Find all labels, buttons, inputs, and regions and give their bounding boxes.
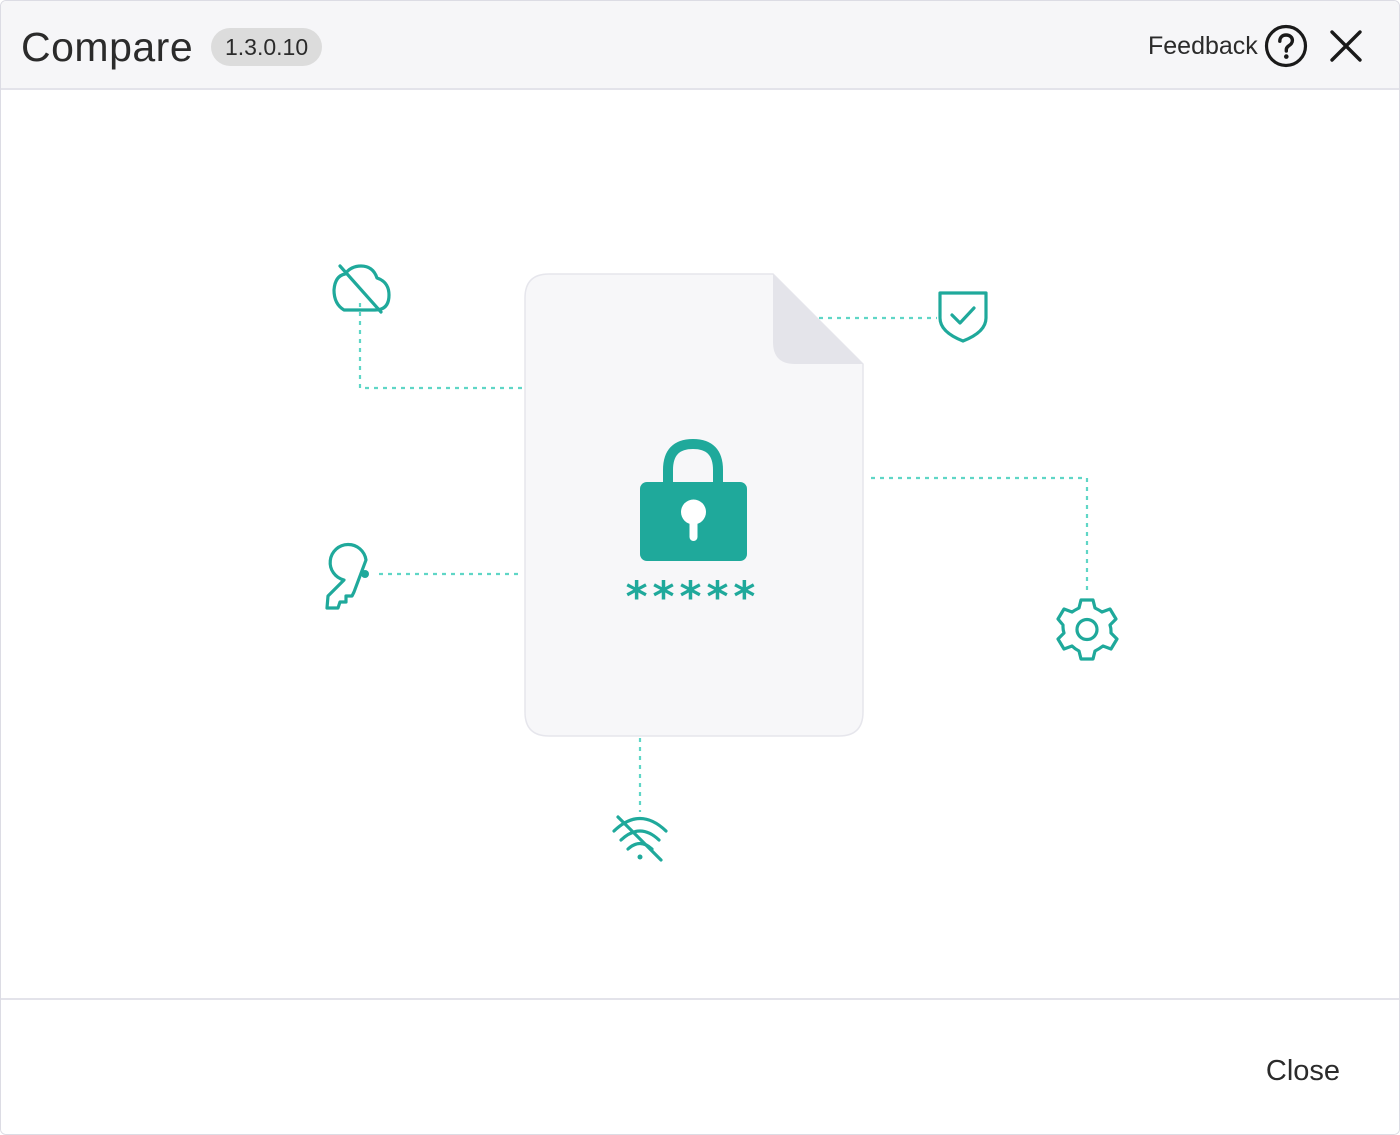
cloud-off-icon (332, 264, 391, 314)
settings-gear-icon (1056, 598, 1119, 661)
wifi-off-icon (612, 815, 668, 862)
close-button[interactable]: Close (1241, 1048, 1365, 1094)
question-circle-icon[interactable] (1263, 23, 1309, 69)
illustration-area: ***** (1, 90, 1399, 998)
security-illustration: ***** (325, 145, 1211, 950)
password-mask: ***** (626, 572, 761, 621)
close-icon[interactable] (1326, 26, 1366, 66)
feedback-link[interactable]: Feedback (1148, 29, 1258, 63)
title-bar: Compare 1.3.0.10 Feedback (1, 1, 1399, 90)
dialog-footer: Close (1, 998, 1399, 1134)
version-badge: 1.3.0.10 (211, 28, 323, 66)
shield-check-icon (938, 291, 988, 343)
dialog-title: Compare (21, 24, 194, 70)
compare-dialog: Compare 1.3.0.10 Feedback ***** Close (0, 0, 1400, 1135)
key-icon (325, 542, 369, 610)
